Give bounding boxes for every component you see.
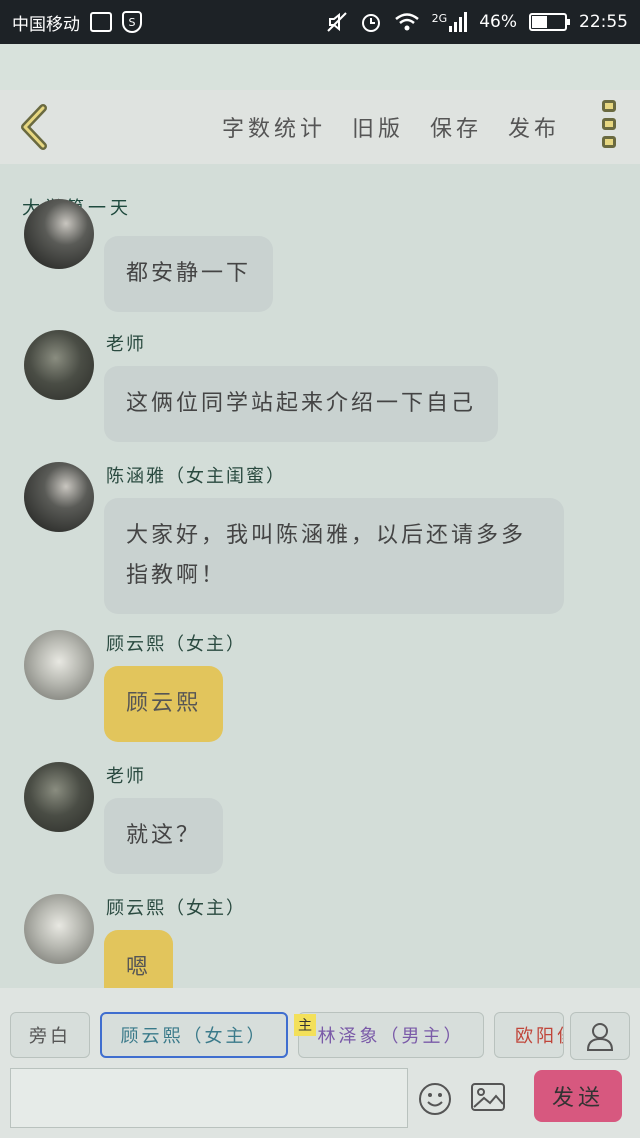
- editor-toolbar: 字数统计 旧版 保存 发布: [0, 90, 640, 164]
- avatar[interactable]: [24, 330, 94, 400]
- role-button-2[interactable]: 林泽象（男主）: [298, 1012, 484, 1058]
- wifi-icon: [394, 13, 419, 31]
- person-icon: [586, 1023, 614, 1051]
- network-type-label: 2G: [431, 12, 448, 25]
- speaker-name: 老师: [106, 766, 146, 787]
- role-manage-button[interactable]: [570, 1012, 630, 1060]
- role-narration-button[interactable]: 旁白: [10, 1012, 90, 1058]
- chevron-left-icon: [21, 104, 47, 150]
- battery-fill: [532, 16, 547, 28]
- signal-icon: [449, 12, 468, 32]
- message-bubble[interactable]: 这俩位同学站起来介绍一下自己: [104, 366, 499, 442]
- role-button-3[interactable]: 欧阳俊: [494, 1012, 564, 1058]
- shield-icon: S: [122, 11, 142, 33]
- carrier-label: 中国移动: [12, 14, 80, 35]
- role-selector: 旁白 顾云熙（女主） 林泽象（男主） 欧阳俊: [0, 1012, 640, 1060]
- message-bubble[interactable]: 顾云熙: [104, 666, 224, 742]
- message-input[interactable]: [10, 1068, 408, 1128]
- save-button[interactable]: 保存: [430, 111, 482, 143]
- speaker-name: 陈涵雅（女主闺蜜）: [106, 466, 286, 487]
- battery-percent: 46%: [479, 12, 517, 32]
- alarm-icon: [361, 14, 380, 32]
- word-count-button[interactable]: 字数统计: [222, 111, 326, 143]
- more-dot-icon: [602, 100, 616, 112]
- more-menu-button[interactable]: [602, 100, 616, 148]
- avatar[interactable]: [24, 462, 94, 532]
- more-dot-icon: [602, 118, 616, 130]
- composer: 旁白 顾云熙（女主） 林泽象（男主） 欧阳俊 发送: [0, 988, 640, 1138]
- old-version-button[interactable]: 旧版: [352, 111, 404, 143]
- avatar[interactable]: [24, 630, 94, 700]
- publish-button[interactable]: 发布: [508, 111, 560, 143]
- message-bubble[interactable]: 嗯: [104, 930, 174, 988]
- chat-area[interactable]: 大学第一天 都安静一下 老师 这俩位同学站起来介绍一下自己 陈涵雅（女主闺蜜） …: [0, 164, 640, 988]
- image-icon: [471, 1083, 505, 1111]
- speaker-name: 顾云熙（女主）: [106, 898, 246, 919]
- more-dot-icon: [602, 136, 616, 148]
- status-bar: 中国移动 S 2G 46% 22:55: [0, 0, 640, 44]
- message-bubble[interactable]: 大家好，我叫陈涵雅，以后还请多多指教啊！: [104, 498, 564, 614]
- main-role-badge: 主: [294, 1014, 316, 1036]
- emoji-button[interactable]: [418, 1082, 452, 1116]
- clock: 22:55: [579, 12, 628, 32]
- send-button[interactable]: 发送: [534, 1070, 622, 1122]
- battery-icon: [529, 13, 570, 31]
- avatar[interactable]: [24, 762, 94, 832]
- smiley-icon: [419, 1083, 451, 1115]
- back-button[interactable]: [14, 104, 54, 150]
- message-bubble[interactable]: 都安静一下: [104, 236, 274, 312]
- speaker-name: 顾云熙（女主）: [106, 634, 246, 655]
- mute-icon: [326, 12, 347, 32]
- speaker-name: 老师: [106, 334, 146, 355]
- avatar[interactable]: [24, 894, 94, 964]
- insert-image-button[interactable]: [470, 1082, 506, 1112]
- image-notification-icon: [90, 12, 112, 32]
- message-bubble[interactable]: 就这？: [104, 798, 224, 874]
- role-button-1[interactable]: 顾云熙（女主）: [100, 1012, 288, 1058]
- avatar[interactable]: [24, 199, 94, 269]
